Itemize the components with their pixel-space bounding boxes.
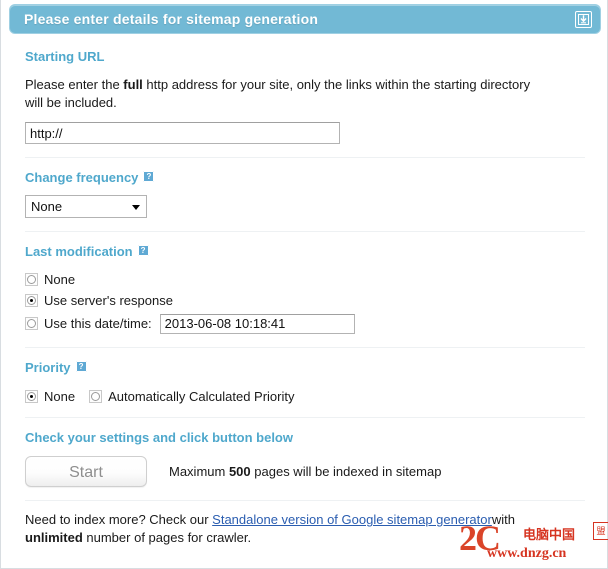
question-mark-icon[interactable]: ? (75, 361, 87, 373)
radio-group-priority-auto[interactable]: Automatically Calculated Priority (89, 385, 294, 407)
section-change-frequency: Change frequency? None (1, 158, 608, 219)
download-arrow-icon[interactable] (575, 11, 592, 28)
last-modification-title: Last modification (25, 244, 133, 260)
standalone-version-link[interactable]: Standalone version of Google sitemap gen… (212, 512, 492, 527)
radio-priority-auto[interactable] (89, 389, 103, 403)
start-note: Maximum 500 pages will be indexed in sit… (169, 464, 441, 479)
starting-url-input[interactable] (25, 122, 340, 145)
radio-lastmod-server[interactable] (25, 294, 38, 308)
watermark-url: www.dnzg.cn (487, 546, 567, 561)
section-starting-url: Starting URL Please enter the full http … (1, 36, 608, 145)
section-priority: Priority? None Automatically Calculated P… (1, 348, 608, 405)
radio-label-priority-auto: Automatically Calculated Priority (108, 388, 295, 404)
dialog-header: Please enter details for sitemap generat… (9, 4, 601, 34)
radio-row-lastmod-none[interactable]: None (25, 268, 585, 289)
question-mark-icon[interactable]: ? (137, 245, 149, 257)
radio-row-lastmod-server[interactable]: Use server's response (25, 289, 585, 310)
section-submit: Check your settings and click button bel… (1, 418, 608, 488)
change-frequency-value: None (31, 199, 63, 215)
starting-url-description: Please enter the full http address for y… (25, 76, 550, 112)
radio-group-priority-none[interactable]: None (25, 385, 75, 407)
radio-priority-none[interactable] (25, 389, 38, 403)
radio-lastmod-none[interactable] (25, 273, 38, 287)
radio-label-priority-none: None (44, 388, 76, 404)
start-note-prefix: Maximum (169, 464, 229, 480)
radio-label-lastmod-custom: Use this date/time: (44, 316, 152, 332)
page-title: Please enter details for sitemap generat… (24, 11, 319, 27)
change-frequency-select[interactable]: None (25, 195, 147, 219)
start-button[interactable]: Start (25, 456, 147, 488)
dialog-content: Starting URL Please enter the full http … (1, 36, 608, 547)
desc-prefix: Please enter the (25, 77, 124, 93)
section-last-modification: Last modification? None Use server's res… (1, 232, 608, 335)
footer-line2-prefix: with (491, 512, 515, 528)
radio-row-lastmod-custom[interactable]: Use this date/time: (25, 310, 585, 335)
desc-bold: full (123, 77, 143, 93)
radio-label-lastmod-none: None (44, 272, 76, 288)
footer-text: Need to index more? Check our Standalone… (25, 511, 570, 547)
last-modification-date-input[interactable] (159, 313, 355, 334)
radio-row-priority: None Automatically Calculated Priority (25, 384, 585, 405)
priority-title: Priority (25, 360, 71, 376)
footer-prefix: Need to index more? Check our (25, 512, 213, 528)
footer-line2-suffix: number of pages for crawler. (82, 530, 252, 546)
submit-title: Check your settings and click button bel… (25, 430, 293, 446)
radio-label-lastmod-server: Use server's response (44, 293, 173, 309)
sitemap-generator-dialog: Please enter details for sitemap generat… (0, 0, 608, 569)
footer-line2-bold: unlimited (25, 530, 83, 546)
starting-url-title: Starting URL (25, 49, 105, 65)
radio-lastmod-custom[interactable] (25, 317, 38, 331)
chevron-down-icon (132, 205, 140, 211)
start-note-suffix: pages will be indexed in sitemap (250, 464, 442, 480)
section-footer: Need to index more? Check our Standalone… (1, 501, 608, 547)
start-note-bold: 500 (228, 464, 251, 480)
change-frequency-title: Change frequency (25, 170, 139, 186)
question-mark-icon[interactable]: ? (143, 171, 155, 183)
